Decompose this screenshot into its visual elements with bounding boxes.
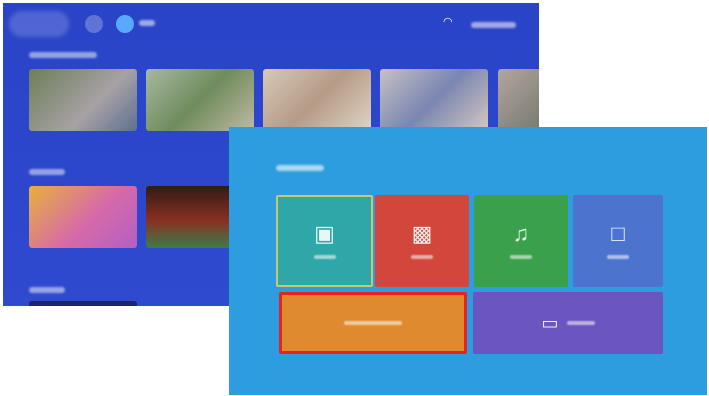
search-icon[interactable] [116,15,134,33]
video-thumbnail[interactable] [380,69,488,131]
video-thumbnail[interactable] [29,301,137,306]
music-icon: ♫ [512,221,530,246]
file-icon: □ [611,221,625,246]
video-icon: ▣ [314,221,335,246]
section-title [29,52,97,58]
tile-label [607,255,629,259]
video-thumbnail[interactable] [263,69,371,131]
section-title [29,287,65,293]
video-thumbnail[interactable] [498,69,539,131]
tile-label [510,255,532,259]
top-bar: ◠ [3,3,539,39]
logo [9,11,69,37]
tile-video[interactable]: ▣ [276,195,373,287]
tile-label [344,321,402,325]
clock [471,22,516,28]
tile-music[interactable]: ♫ [474,195,568,287]
video-thumbnail[interactable] [146,69,254,131]
tile-screen-mirror[interactable]: ▭ [473,292,663,354]
wifi-icon: ◠ [443,16,453,28]
tile-label [313,255,336,259]
video-thumbnail[interactable] [29,186,137,248]
foreground-screen: ▣ ▩ ♫ □ ▭ [229,127,707,395]
tile-label [566,321,595,325]
profile-icon[interactable] [85,15,103,33]
section-title [29,169,65,175]
video-thumbnail[interactable] [146,186,236,248]
screen-title [276,165,324,171]
tab-label[interactable] [139,20,155,26]
tile-label [411,255,433,259]
tile-file[interactable]: □ [573,195,663,287]
photo-icon: ▩ [411,221,433,246]
video-thumbnail[interactable] [29,69,137,131]
tile-app[interactable] [279,292,467,354]
screen-mirror-icon: ▭ [541,313,559,333]
tile-photo[interactable]: ▩ [375,195,469,287]
